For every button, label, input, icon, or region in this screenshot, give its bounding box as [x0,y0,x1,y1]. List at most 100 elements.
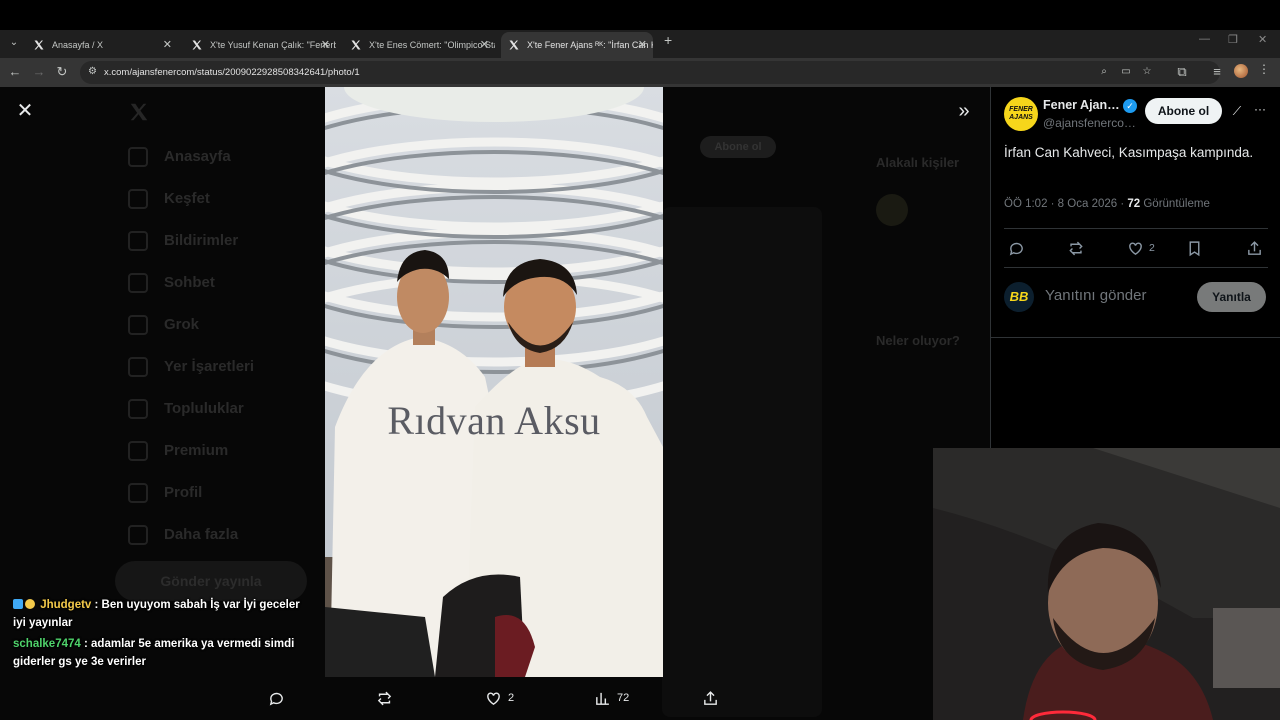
chat-message: Jhudgetv : Ben uyuyom sabah İş var İyi g… [13,596,313,632]
x-logo-icon [34,40,44,50]
tab-title: Anasayfa / X [52,40,104,50]
tab-close-icon[interactable]: ✕ [163,32,172,58]
omnibox[interactable]: ⚙ x.com/ajansfenercom/status/20090229285… [80,61,1220,84]
bookmark-icon [1189,240,1200,256]
bg-nav-profile: Profil [128,478,202,508]
panel-share-button[interactable] [1246,239,1263,257]
heart-icon [487,691,500,705]
site-info-icon[interactable]: ⚙ [88,66,100,78]
new-tab-button[interactable]: + [664,32,672,48]
chat-username: Jhudgetv [40,599,92,611]
author-handle[interactable]: @ajansfenerco… [1043,116,1136,130]
repost-button[interactable] [375,688,394,708]
x-logo-icon [130,103,148,121]
photo-image [325,87,663,677]
more-circle-icon [128,525,148,546]
url-text[interactable]: x.com/ajansfenercom/status/2009022928508… [104,61,360,84]
mail-icon [128,273,148,294]
reply-submit-button[interactable]: Yanıtla [1197,282,1266,312]
tab-close-icon[interactable]: ✕ [638,32,647,58]
like-count: 2 [508,692,515,704]
home-icon [128,147,148,168]
bg-nav-more: Daha fazla [128,520,238,550]
window-close-icon[interactable]: ✕ [1258,33,1267,46]
like-button[interactable]: 2 [485,688,514,708]
webcam-overlay [933,448,1280,720]
x-logo-icon [192,40,202,50]
tab-title: X'te Fener Ajans ᴿᴷ: "İrfan Can K [527,40,653,50]
chat-message: schalke7474 : adamlar 5e amerika ya verm… [13,635,313,671]
tweet-text: İrfan Can Kahveci, Kasımpaşa kampında. [1004,145,1254,160]
media-control-icon[interactable]: ≡ [1209,64,1225,80]
restore-icon[interactable]: ❐ [1228,33,1238,46]
reply-user-avatar: BB [1004,282,1034,312]
bg-post-button: Gönder yayınla [115,561,307,601]
bg-related-heading: Alakalı kişiler [876,155,960,170]
panel-reply-button[interactable] [1008,239,1025,257]
bg-nav-premium: Premium [128,436,228,466]
bg-nav-notifications: Bildirimler [128,226,238,256]
tab-enes-comert[interactable]: X'te Enes Cömert: "Olimpico Sta ✕ [343,32,495,58]
views-button[interactable]: 72 [594,688,629,708]
panel-like-count: 2 [1149,242,1155,254]
tab-fener-ajans[interactable]: X'te Fener Ajans ᴿᴷ: "İrfan Can K ✕ [501,32,653,58]
minimize-icon[interactable]: — [1199,33,1210,45]
author-name[interactable]: Fener Ajan… [1043,98,1120,112]
reply-input[interactable]: Yanıtını gönder [1045,287,1146,304]
more-options-icon[interactable]: ··· [1252,101,1268,117]
bookmark-star-icon[interactable]: ☆ [1140,65,1154,79]
bg-nav-grok: Grok [128,310,199,340]
tweet-photo[interactable]: Rıdvan Aksu [325,87,663,677]
x-logo-icon [509,40,519,50]
share-button[interactable] [702,688,719,708]
extensions-icon[interactable]: ⧉ [1174,64,1190,80]
panel-repost-button[interactable] [1067,239,1085,257]
verified-badge-icon: ✓ [1123,99,1137,113]
divider [1004,228,1268,229]
cast-icon[interactable]: ▭ [1119,65,1133,79]
bg-avatar [876,194,908,226]
zoom-icon[interactable]: ⌕ [1097,65,1111,79]
tab-search-icon[interactable]: ⌄ [6,35,22,51]
bg-nav-home: Anasayfa [128,142,231,172]
reply-icon [269,692,283,705]
browser-menu-icon[interactable]: ⋮ [1258,62,1270,76]
tab-close-icon[interactable]: ✕ [480,32,489,58]
chat-badge-icon [13,599,23,609]
bg-nav-communities: Topluluklar [128,394,244,424]
subscribe-button[interactable]: Abone ol [1145,98,1222,124]
heart-icon [1129,241,1142,255]
tab-close-icon[interactable]: ✕ [321,32,330,58]
author-avatar[interactable]: FENER AJANS [1004,97,1038,131]
tab-title: X'te Yusuf Kenan Çalık: "Fenerb [210,40,336,50]
forward-icon[interactable]: → [31,64,47,80]
panel-like-button[interactable]: 2 [1127,239,1155,257]
back-icon[interactable]: ← [7,64,23,80]
tweet-view-count: 72 [1127,198,1141,210]
tab-yusuf-kenan[interactable]: X'te Yusuf Kenan Çalık: "Fenerb ✕ [184,32,336,58]
x-logo-icon [351,40,361,50]
views-icon [596,692,609,705]
bg-nav-explore: Keşfet [128,184,210,214]
x-premium-icon [128,441,148,462]
profile-avatar[interactable] [1234,64,1248,78]
reload-icon[interactable]: ↻ [54,64,70,80]
reply-composer: BB Yanıtını gönder Yanıtla [991,279,1280,315]
divider [991,337,1280,338]
grok-icon [128,315,148,336]
tweet-time[interactable]: ÖÖ 1:02 · 8 Oca 2026 · [1004,198,1127,210]
stream-chat-overlay: Jhudgetv : Ben uyuyom sabah İş var İyi g… [13,596,313,674]
panel-bookmark-button[interactable] [1187,239,1202,257]
bookmark-icon [128,357,148,378]
grok-icon[interactable]: ⟋ [1229,103,1245,119]
close-photo-icon[interactable]: ✕ [15,101,35,121]
reply-icon [1009,242,1023,255]
bg-feed-image [662,207,822,717]
collapse-panel-icon[interactable]: » [954,101,974,121]
tab-anasayfa[interactable]: Anasayfa / X ✕ [26,32,178,58]
reply-button[interactable] [268,688,285,708]
search-icon [128,189,148,210]
repost-icon [1069,241,1083,255]
bg-nav-chat: Sohbet [128,268,215,298]
webcam-image [933,448,1280,720]
